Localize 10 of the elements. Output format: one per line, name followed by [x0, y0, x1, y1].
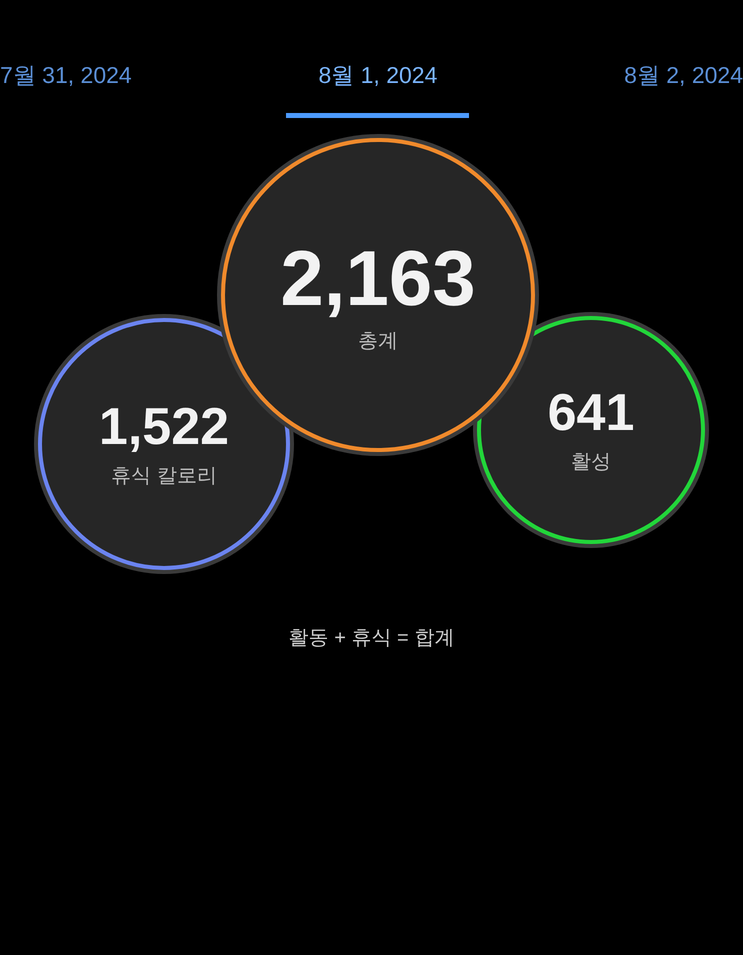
calorie-value: 2,163	[280, 236, 476, 322]
date-tab[interactable]: 8월 2, 2024	[592, 60, 743, 118]
date-tab[interactable]: 8월 1, 2024	[286, 60, 470, 118]
formula-text: 활동 + 휴식 = 합계	[288, 626, 456, 651]
calorie-value: 1,522	[98, 398, 230, 456]
calorie-label: 휴식 칼로리	[111, 464, 217, 490]
calorie-value: 641	[548, 384, 634, 442]
calorie-label: 활성	[571, 450, 611, 476]
calorie-label: 총계	[358, 329, 398, 354]
date-tab[interactable]: 7월 31, 2024	[0, 60, 164, 118]
